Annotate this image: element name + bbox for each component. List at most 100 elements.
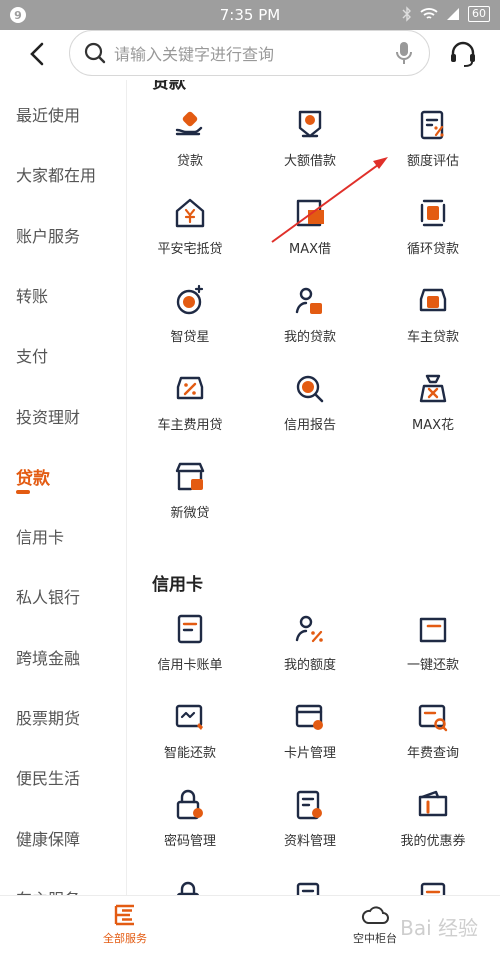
watermark-logo: Bai 经验 [400, 916, 478, 940]
category-sidebar: 最近使用大家都在用账户服务转账支付投资理财贷款信用卡私人银行跨境金融股票期货便民… [0, 80, 127, 895]
service-tile[interactable]: 车主贷款 [378, 284, 488, 345]
yen-tag-icon [255, 108, 365, 142]
tab-all-services[interactable]: 全部服务 [65, 904, 185, 946]
service-tile[interactable]: 信用报告 [255, 372, 365, 433]
wifi-icon [420, 8, 438, 19]
back-arrow-icon[interactable] [26, 40, 50, 68]
signal-icon [447, 8, 459, 20]
service-tile-label: 我的额度 [283, 658, 336, 673]
active-indicator [16, 490, 30, 494]
sidebar-item[interactable]: 最近使用 [16, 102, 80, 126]
house-yen-icon [135, 196, 245, 230]
all-services-icon [114, 904, 134, 926]
service-tile[interactable]: 年费查询 [378, 700, 488, 761]
service-tile[interactable]: MAX借 [255, 196, 365, 257]
service-tile[interactable]: 卡片管理 [255, 700, 365, 761]
service-tile-label: 我的优惠券 [400, 834, 466, 849]
service-tile[interactable]: 智贷星 [135, 284, 245, 345]
search-icon [84, 42, 106, 64]
bluetooth-icon [402, 6, 411, 22]
status-icons: 60 [402, 6, 490, 22]
service-tile[interactable]: 车主费用贷 [135, 372, 245, 433]
sidebar-item[interactable]: 车主服务 [16, 886, 80, 895]
sidebar-item[interactable]: 支付 [16, 343, 48, 367]
annual-fee-icon [378, 700, 488, 734]
service-tile[interactable]: 我的贷款 [255, 284, 365, 345]
service-tile-label: 智能还款 [163, 746, 216, 761]
service-tile-label: 卡片管理 [283, 746, 336, 761]
service-tile-label: 循环贷款 [406, 242, 459, 257]
service-tile[interactable]: 大额借款 [255, 108, 365, 169]
sidebar-item[interactable]: 信用卡 [16, 524, 64, 548]
service-tile[interactable]: 贷款 [135, 108, 245, 169]
card-repay-icon [378, 612, 488, 646]
service-tile[interactable]: MAX花 [378, 372, 488, 433]
star-loan-icon [135, 284, 245, 318]
cloud-icon [361, 906, 389, 924]
sidebar-item[interactable]: 私人银行 [16, 584, 80, 608]
sidebar-item[interactable]: 贷款 [16, 464, 50, 489]
sidebar-item[interactable]: 便民生活 [16, 765, 80, 789]
service-tile-label: 我的贷款 [283, 330, 336, 345]
service-tile[interactable]: 一键还款 [378, 612, 488, 673]
sidebar-item[interactable]: 大家都在用 [16, 162, 96, 186]
lock-gear-icon [135, 788, 245, 822]
service-tile-label: 智贷星 [170, 330, 210, 345]
top-bar: 请输入关键字进行查询 [0, 30, 500, 78]
doc-gear-icon [255, 788, 365, 822]
customer-service-icon[interactable] [448, 39, 478, 69]
service-tile-label: 年费查询 [406, 746, 459, 761]
hand-coin-icon [135, 108, 245, 142]
sidebar-item[interactable]: 健康保障 [16, 826, 80, 850]
service-tile-label: 一键还款 [406, 658, 459, 673]
service-tile[interactable]: 我的优惠券 [378, 788, 488, 849]
battery-icon: 60 [468, 6, 490, 22]
user-loan-icon [255, 284, 365, 318]
max-borrow-icon [255, 196, 365, 230]
service-tile[interactable]: 新微贷 [135, 460, 245, 521]
section-title-credit-card: 信用卡 [152, 575, 203, 595]
status-time: 7:35 PM [219, 6, 281, 24]
service-tile[interactable]: 循环贷款 [378, 196, 488, 257]
service-tile-label: 密码管理 [163, 834, 216, 849]
sidebar-item[interactable]: 账户服务 [16, 223, 80, 247]
service-tile-label: 额度评估 [406, 154, 459, 169]
car-loan-icon [378, 284, 488, 318]
search-input[interactable]: 请输入关键字进行查询 [69, 30, 430, 76]
car-fee-icon [135, 372, 245, 406]
smart-repay-icon [135, 700, 245, 734]
partial-row-icon [416, 880, 450, 895]
service-tile-label: 车主费用贷 [157, 418, 223, 433]
service-tile[interactable]: 资料管理 [255, 788, 365, 849]
wallet-icon [378, 788, 488, 822]
cycle-loan-icon [378, 196, 488, 230]
service-tile[interactable]: 平安宅抵贷 [135, 196, 245, 257]
service-tile-label: 车主贷款 [406, 330, 459, 345]
service-tile-label: 信用报告 [283, 418, 336, 433]
service-tile[interactable]: 智能还款 [135, 700, 245, 761]
card-manage-icon [255, 700, 365, 734]
microphone-icon[interactable] [395, 40, 413, 66]
service-tile-label: MAX借 [288, 242, 331, 257]
sidebar-item[interactable]: 跨境金融 [16, 645, 80, 669]
service-tile[interactable]: 我的额度 [255, 612, 365, 673]
service-tile-label: 新微贷 [170, 506, 210, 521]
tab-label: 全部服务 [103, 932, 147, 945]
service-tile[interactable]: 密码管理 [135, 788, 245, 849]
money-bag-icon [378, 372, 488, 406]
percent-doc-icon [378, 108, 488, 142]
sidebar-item[interactable]: 股票期货 [16, 705, 80, 729]
partial-row-icon [173, 880, 207, 895]
sidebar-item[interactable]: 转账 [16, 283, 48, 307]
service-tile-label: 平安宅抵贷 [157, 242, 223, 257]
bill-icon [135, 612, 245, 646]
service-tile-label: 贷款 [176, 154, 203, 169]
service-tile[interactable]: 额度评估 [378, 108, 488, 169]
service-tile-label: 大额借款 [283, 154, 336, 169]
credit-report-icon [255, 372, 365, 406]
service-grid: 贷款 信用卡 贷款 大额借款 额度评估 平安宅抵贷 MAX借 循环贷款 智贷星 我的贷款 车主贷… [128, 80, 500, 895]
service-tile[interactable]: 信用卡账单 [135, 612, 245, 673]
sidebar-item[interactable]: 投资理财 [16, 404, 80, 428]
notification-badge: 9 [10, 7, 26, 23]
user-percent-icon [255, 612, 365, 646]
